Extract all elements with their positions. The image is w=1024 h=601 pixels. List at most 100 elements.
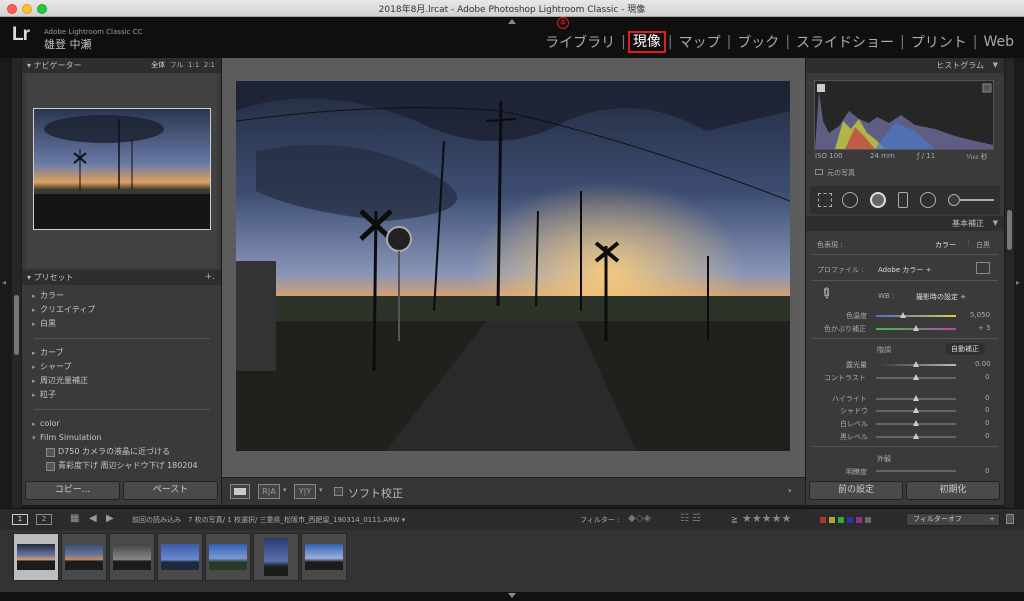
clarity-value[interactable]: 0	[985, 467, 989, 475]
contrast-value[interactable]: 0	[985, 373, 989, 381]
temp-slider-knob[interactable]	[900, 312, 906, 318]
preset-group[interactable]: Film Simulation	[28, 431, 216, 445]
filmstrip-thumbnail[interactable]	[253, 533, 299, 581]
tint-value[interactable]: + 5	[978, 324, 991, 332]
module-develop[interactable]: 現像	[627, 31, 666, 53]
filmstrip-thumbnail[interactable]	[301, 533, 347, 581]
back-arrow-icon[interactable]: ◀	[89, 513, 97, 524]
filmstrip-thumbnail[interactable]	[61, 533, 107, 581]
swap-dropdown-icon[interactable]: ▾	[319, 486, 323, 494]
collapse-filmstrip-icon[interactable]	[508, 593, 516, 598]
blacks-slider-knob[interactable]	[913, 433, 919, 439]
zoom-fit[interactable]: 全体	[151, 61, 165, 69]
blacks-value[interactable]: 0	[985, 432, 989, 440]
radial-filter-icon[interactable]	[920, 192, 936, 208]
filmstrip-thumbnail[interactable]	[205, 533, 251, 581]
preset-item[interactable]: 青彩度下げ 周辺シャドウ下げ 180204	[28, 459, 216, 473]
zoom-2-1[interactable]: 2:1	[204, 61, 215, 69]
filmstrip-thumbnail[interactable]	[157, 533, 203, 581]
before-after-button[interactable]: R|A	[258, 484, 280, 499]
rating-filter-stars[interactable]: ★★★★★	[742, 512, 791, 525]
secondary-window-button[interactable]: 2	[36, 514, 52, 525]
filmstrip-thumbnail[interactable]	[109, 533, 155, 581]
add-preset-icon[interactable]: +.	[205, 270, 215, 285]
edit-filter-icons[interactable]: ☷ ☲	[680, 513, 701, 524]
grid-view-icon[interactable]: ▦	[70, 513, 79, 524]
zoom-fill[interactable]: フル	[170, 61, 184, 69]
exposure-value[interactable]: 0.00	[975, 360, 991, 368]
module-slideshow[interactable]: スライドショー	[792, 32, 898, 52]
histogram-header[interactable]: ヒストグラム ▼	[806, 58, 1004, 73]
wb-dropdown[interactable]: 撮影時の設定 ÷	[916, 292, 966, 302]
auto-tone-button[interactable]: 自動補正	[945, 343, 985, 355]
presets-header[interactable]: ▾ プリセット +.	[22, 270, 221, 285]
preset-group[interactable]: 粒子	[28, 388, 216, 402]
collapse-right-panel-icon[interactable]: ▸	[1016, 278, 1020, 287]
color-label-filter[interactable]	[820, 516, 900, 523]
whites-value[interactable]: 0	[985, 419, 989, 427]
collapse-left-panel-icon[interactable]: ◂	[2, 278, 6, 287]
temp-value[interactable]: 5,050	[970, 311, 990, 319]
preset-group[interactable]: クリエイティブ	[28, 303, 216, 317]
previous-settings-button[interactable]: 前の設定	[809, 481, 903, 500]
treatment-color-option[interactable]: カラー	[935, 240, 956, 250]
exposure-slider-knob[interactable]	[913, 361, 919, 367]
toolbar-dropdown-icon[interactable]: ▾	[788, 487, 792, 495]
contrast-slider-knob[interactable]	[913, 374, 919, 380]
crop-tool-icon[interactable]	[818, 193, 832, 207]
forward-arrow-icon[interactable]: ▶	[106, 513, 114, 524]
preset-group[interactable]: 白黒	[28, 317, 216, 331]
temp-slider-track[interactable]	[876, 315, 956, 317]
left-scrollbar-thumb[interactable]	[14, 295, 19, 355]
navigator-thumbnail[interactable]	[33, 108, 211, 230]
clarity-slider-track[interactable]	[876, 470, 956, 472]
graduated-filter-icon[interactable]	[898, 192, 908, 208]
module-book[interactable]: ブック	[733, 32, 783, 52]
preset-group[interactable]: カーブ	[28, 346, 216, 360]
spot-removal-icon[interactable]	[842, 192, 858, 208]
profile-dropdown[interactable]: Adobe カラー ÷	[878, 265, 931, 275]
zoom-1-1[interactable]: 1:1	[188, 61, 199, 69]
module-print[interactable]: プリント	[907, 32, 971, 52]
before-after-swap-button[interactable]: Y|Y	[294, 484, 316, 499]
primary-window-button[interactable]: 1	[12, 514, 28, 525]
filmstrip-thumbnail[interactable]	[13, 533, 59, 581]
shadows-slider-knob[interactable]	[913, 407, 919, 413]
paste-settings-button[interactable]: ペースト	[123, 481, 218, 500]
highlights-slider-knob[interactable]	[913, 395, 919, 401]
preset-group[interactable]: color	[28, 417, 216, 431]
profile-browser-icon[interactable]	[976, 262, 990, 274]
whites-slider-knob[interactable]	[913, 420, 919, 426]
histogram[interactable]	[814, 80, 994, 150]
module-library[interactable]: ライブラリ	[541, 32, 619, 52]
preset-group[interactable]: 周辺光量補正	[28, 374, 216, 388]
flag-filter-icons[interactable]: ◆◇◈	[628, 513, 651, 524]
module-map[interactable]: マップ	[675, 32, 725, 52]
copy-settings-button[interactable]: コピー...	[25, 481, 120, 500]
reset-button[interactable]: 初期化	[906, 481, 1000, 500]
treatment-bw-option[interactable]: 白黒	[976, 240, 990, 250]
main-photo[interactable]	[236, 81, 790, 451]
navigator-preview-area[interactable]	[26, 73, 217, 268]
filter-lock-icon[interactable]	[1006, 514, 1014, 524]
preset-group[interactable]: シャープ	[28, 360, 216, 374]
adjustment-brush-icon[interactable]	[948, 194, 960, 206]
original-photo-checkbox[interactable]	[815, 169, 823, 175]
preset-item[interactable]: D750 カメラの液晶に近づける	[28, 445, 216, 459]
filter-preset-dropdown[interactable]: フィルターオフ ÷	[906, 513, 1000, 526]
tint-slider-knob[interactable]	[913, 325, 919, 331]
before-after-dropdown-icon[interactable]: ▾	[283, 486, 287, 494]
soft-proof-checkbox[interactable]	[334, 487, 343, 496]
red-eye-icon[interactable]	[870, 192, 886, 208]
navigator-header[interactable]: ▾ ナビゲーター 全体 フル 1:1 2:1	[22, 58, 221, 73]
module-web[interactable]: Web	[979, 34, 1018, 50]
highlights-value[interactable]: 0	[985, 394, 989, 402]
basic-panel-header[interactable]: 基本補正 ▼	[806, 216, 1004, 231]
preset-group[interactable]: カラー	[28, 289, 216, 303]
shadows-value[interactable]: 0	[985, 406, 989, 414]
collapse-top-panel-icon[interactable]	[508, 19, 516, 24]
loupe-view-button[interactable]	[230, 484, 250, 499]
right-scrollbar-thumb[interactable]	[1007, 210, 1012, 250]
filmstrip-source-info[interactable]: 前回の読み込み 7 枚の写真/ 1 枚選択/ 三重県_松阪市_西肥留_19031…	[132, 515, 405, 525]
rating-comparator[interactable]: ≧	[731, 515, 738, 524]
